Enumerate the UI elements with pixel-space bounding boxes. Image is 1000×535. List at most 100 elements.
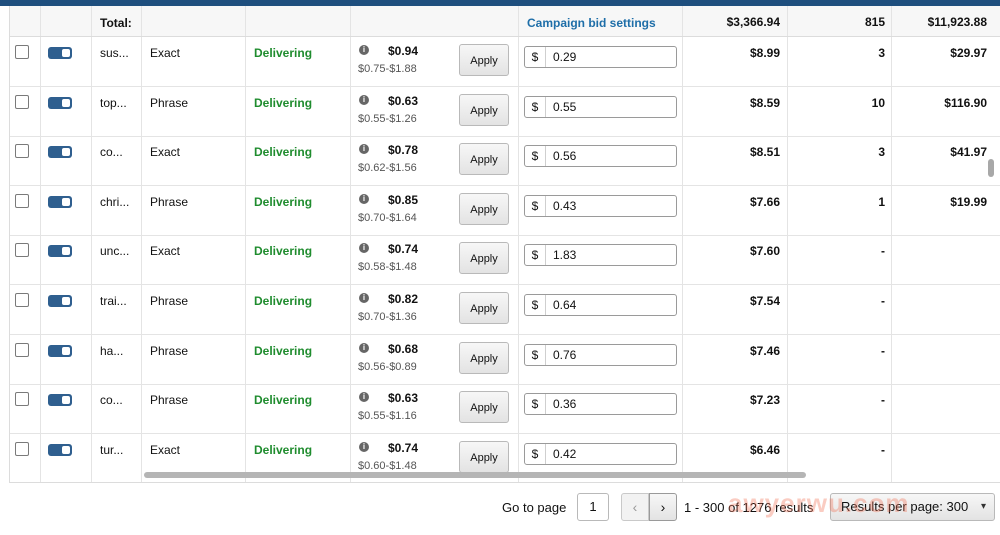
horizontal-scrollbar[interactable]: [144, 472, 806, 478]
column-divider: [787, 86, 788, 136]
enable-toggle[interactable]: [48, 443, 72, 456]
bid-input[interactable]: $0.76: [524, 343, 677, 366]
row-checkbox[interactable]: [15, 293, 29, 307]
clicks-cell: -: [881, 244, 885, 259]
keyword-cell[interactable]: co...: [100, 145, 123, 159]
info-icon[interactable]: i: [359, 94, 369, 105]
row-checkbox[interactable]: [15, 342, 29, 357]
keyword-cell[interactable]: sus...: [100, 46, 129, 60]
clicks-cell: 1: [878, 194, 885, 209]
status-cell: Delivering: [254, 442, 313, 457]
enable-toggle[interactable]: [48, 195, 72, 208]
apply-button[interactable]: Apply: [459, 143, 509, 176]
vertical-scrollbar[interactable]: [988, 159, 994, 177]
column-divider: [682, 235, 683, 285]
currency-prefix: $: [525, 195, 546, 216]
enable-toggle[interactable]: [48, 47, 72, 59]
column-divider: [787, 37, 788, 86]
status-cell: Delivering: [254, 46, 313, 60]
prev-page-button[interactable]: ‹: [621, 493, 649, 521]
status-cell: Delivering: [254, 393, 313, 408]
keyword-cell[interactable]: chri...: [100, 195, 129, 209]
info-icon[interactable]: i: [359, 193, 369, 204]
toggle-knob: [62, 98, 70, 107]
spend-cell: $6.46: [749, 442, 780, 457]
currency-prefix: $: [525, 47, 546, 67]
enable-toggle[interactable]: [48, 245, 72, 258]
apply-button[interactable]: Apply: [459, 242, 509, 275]
suggested-bid-range: $0.55-$1.26: [358, 112, 417, 125]
match-type-cell: Phrase: [150, 393, 189, 408]
keyword-cell[interactable]: ha...: [100, 344, 123, 358]
apply-button[interactable]: Apply: [459, 93, 509, 126]
apply-button[interactable]: Apply: [459, 44, 509, 76]
bid-input[interactable]: $0.43: [524, 194, 677, 217]
column-divider: [518, 136, 519, 186]
enable-toggle[interactable]: [48, 146, 72, 159]
row-checkbox[interactable]: [15, 441, 29, 456]
keyword-cell[interactable]: top...: [100, 96, 127, 110]
apply-button[interactable]: Apply: [459, 440, 509, 473]
enable-toggle[interactable]: [48, 344, 72, 357]
apply-button[interactable]: Apply: [459, 192, 509, 225]
info-icon[interactable]: i: [359, 144, 369, 155]
column-divider: [141, 136, 142, 186]
column-divider: [682, 136, 683, 186]
table-row: co... Phrase Delivering i $0.63 $0.55-$1.16 Ap…: [10, 384, 1000, 435]
apply-button[interactable]: Apply: [459, 391, 509, 424]
row-checkbox[interactable]: [15, 243, 29, 258]
apply-button[interactable]: Apply: [459, 341, 509, 374]
suggested-bid-range: $0.60-$1.48: [358, 459, 417, 472]
info-icon[interactable]: i: [359, 342, 369, 353]
info-icon[interactable]: i: [359, 293, 369, 303]
enable-toggle[interactable]: [48, 394, 72, 407]
enable-toggle[interactable]: [48, 96, 72, 109]
bid-input[interactable]: $1.83: [524, 244, 677, 267]
suggested-bid-range: $0.75-$1.88: [358, 63, 417, 75]
row-checkbox[interactable]: [15, 45, 29, 59]
info-icon[interactable]: i: [359, 45, 369, 55]
info-icon[interactable]: i: [359, 243, 369, 254]
column-divider: [787, 384, 788, 434]
row-checkbox[interactable]: [15, 193, 29, 208]
row-checkbox[interactable]: [15, 144, 29, 159]
bid-input[interactable]: $0.56: [524, 145, 677, 168]
sales-cell: $19.99: [950, 194, 987, 209]
column-divider: [350, 37, 351, 86]
bid-input[interactable]: $0.42: [524, 442, 677, 465]
column-divider: [891, 235, 892, 285]
info-icon[interactable]: i: [359, 441, 369, 452]
info-icon[interactable]: i: [359, 392, 369, 403]
suggested-bid: $0.94: [388, 44, 419, 58]
page-number-input[interactable]: 1: [577, 493, 609, 521]
keyword-cell[interactable]: tur...: [100, 443, 123, 457]
column-divider: [245, 185, 246, 235]
currency-prefix: $: [525, 295, 546, 315]
match-type-cell: Exact: [150, 145, 181, 160]
row-checkbox[interactable]: [15, 94, 29, 109]
campaign-bid-settings-link[interactable]: Campaign bid settings: [527, 16, 656, 30]
apply-button[interactable]: Apply: [459, 292, 509, 324]
spend-cell: $8.59: [749, 95, 780, 110]
column-divider: [518, 384, 519, 434]
next-page-button[interactable]: ›: [649, 493, 677, 521]
bid-input[interactable]: $0.64: [524, 294, 677, 316]
bid-input[interactable]: $0.29: [524, 46, 677, 68]
bid-input[interactable]: $0.36: [524, 393, 677, 416]
column-divider: [141, 384, 142, 434]
keyword-cell[interactable]: trai...: [100, 294, 127, 308]
bid-input[interactable]: $0.55: [524, 95, 677, 118]
suggested-bid-range: $0.70-$1.64: [358, 211, 417, 224]
keyword-cell[interactable]: unc...: [100, 244, 129, 258]
column-divider: [682, 86, 683, 136]
toggle-knob: [62, 445, 70, 454]
row-checkbox[interactable]: [15, 392, 29, 407]
enable-toggle[interactable]: [48, 295, 72, 307]
table-totals-row: Total: Campaign bid settings $3,366.94 8…: [10, 6, 1000, 37]
toggle-knob: [62, 49, 70, 57]
column-divider: [245, 285, 246, 334]
column-divider: [787, 285, 788, 334]
keyword-cell[interactable]: co...: [100, 393, 123, 407]
column-divider: [245, 136, 246, 186]
match-type-cell: Phrase: [150, 194, 189, 209]
